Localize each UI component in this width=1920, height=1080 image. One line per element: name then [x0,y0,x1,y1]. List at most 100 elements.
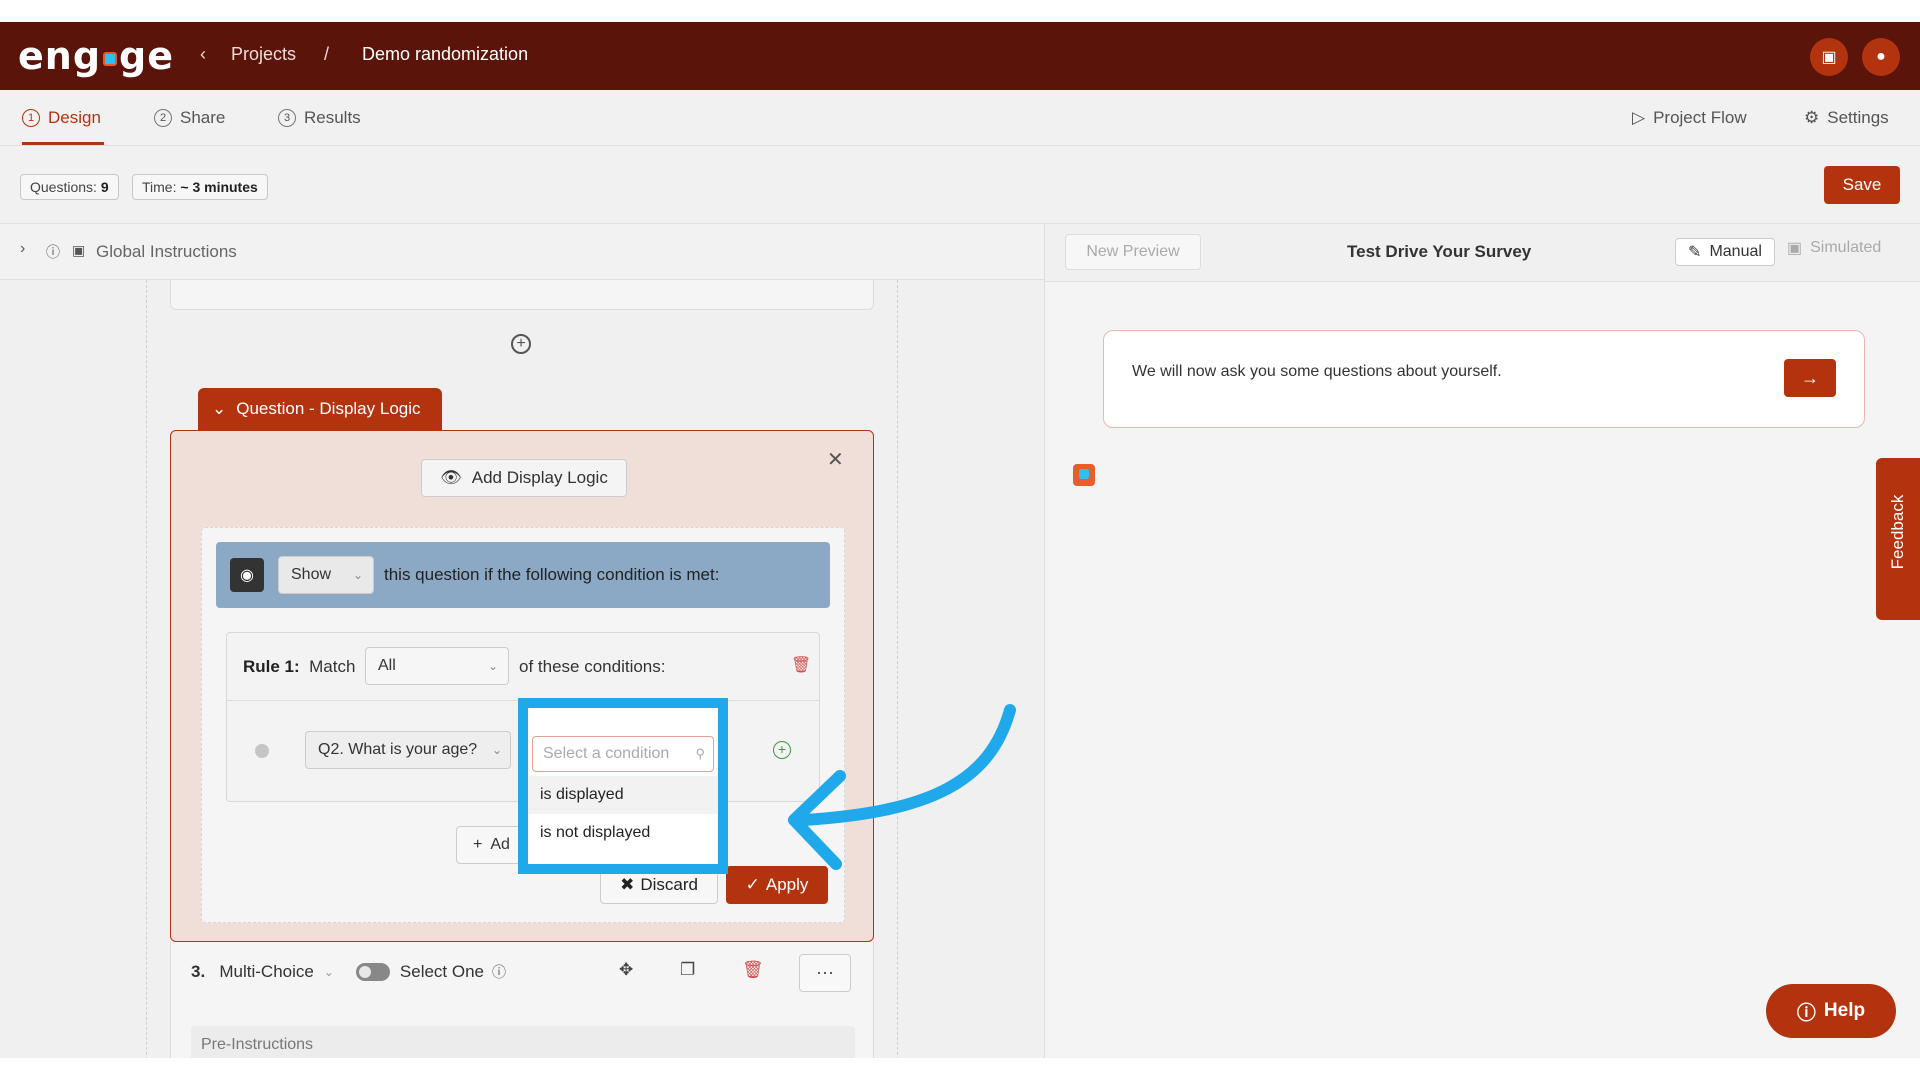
show-select-value: Show [291,566,332,583]
condition-dropdown-highlight: Select a condition ⚲ is displayed is not… [518,698,728,874]
eye-icon: 👁 [440,468,462,487]
display-logic-tab[interactable]: ⌄ Question - Display Logic [198,388,442,430]
next-arrow-button[interactable]: → [1784,359,1836,397]
preview-header: New Preview Test Drive Your Survey ✎ Man… [1045,224,1920,282]
annotation-arrow [788,704,1016,870]
engage-logo[interactable]: eng ge [18,34,174,78]
close-icon[interactable]: ✕ [827,447,844,472]
match-select[interactable]: All ⌄ [365,647,509,685]
question-3-actions: ✥ ❐ 🗑 [619,960,764,980]
question-type-select[interactable]: Multi-Choice [219,962,313,982]
settings-label: Settings [1827,108,1889,127]
play-icon: ▷ [1632,108,1646,127]
project-title: Demo randomization [362,44,529,64]
step-2-icon: 2 [154,109,172,127]
help-button[interactable]: ⓘ Help [1766,984,1896,1038]
add-display-logic-button[interactable]: 👁 Add Display Logic [421,459,627,497]
new-preview-button[interactable]: New Preview [1065,234,1201,270]
simulated-mode-button[interactable]: ▣ Simulated [1787,238,1881,258]
move-icon[interactable]: ✥ [619,960,633,979]
active-tab-indicator [22,142,104,145]
chevron-down-icon: ⌄ [352,568,363,582]
survey-message-text: We will now ask you some questions about… [1132,363,1502,380]
rule-header: Rule 1: Match All ⌄ of these conditions:… [227,633,819,701]
select-one-toggle[interactable] [355,963,390,981]
condition-bullet [255,744,269,758]
survey-message-card: We will now ask you some questions about… [1103,330,1865,428]
add-question-icon[interactable]: + [511,334,531,354]
rule-suffix: of these conditions: [519,657,666,676]
gear-icon: ⚙ [1804,108,1820,127]
step-1-icon: 1 [22,109,40,127]
chevron-down-icon: ⌄ [323,965,334,979]
briefcase-icon[interactable]: ▣ [1810,38,1848,76]
search-icon: ⚲ [695,746,705,761]
discard-icon: ✖ [620,875,635,894]
delete-icon[interactable]: 🗑 [742,960,764,979]
option-is-displayed[interactable]: is displayed [528,776,718,814]
tab-results-label: Results [304,108,361,127]
builder-panel: › ⓘ ▣ Global Instructions + ⌄ Question -… [0,224,1044,1058]
rule-label: Rule 1: Match [243,657,355,677]
tabs-bar: 1 Design 2 Share 3 Results ▷ Project Flo… [0,90,1920,146]
condition-search-input[interactable]: Select a condition ⚲ [532,736,714,772]
tab-design[interactable]: 1 Design [22,108,101,128]
tab-results[interactable]: 3 Results [278,108,361,128]
question-circle-icon: ⓘ [1796,1002,1816,1024]
option-is-not-displayed[interactable]: is not displayed [528,814,718,852]
info-icon: ⓘ [492,964,507,980]
eye-icon: ◉ [230,558,264,592]
show-hide-select[interactable]: Show ⌄ [278,556,374,594]
breadcrumb-projects[interactable]: Projects [231,44,296,65]
question-number: 3. [191,962,206,981]
plus-icon: + [473,836,483,853]
previous-question-card [170,280,874,310]
breadcrumb-separator: / [324,44,330,64]
select-one-label: Select One [399,962,485,981]
pencil-icon: ✎ [1688,244,1702,261]
save-button[interactable]: Save [1824,166,1900,204]
global-instructions-row[interactable]: › ⓘ ▣ Global Instructions [0,224,1044,280]
info-icon: ⓘ [46,244,60,260]
check-circle-icon: ✓ [745,875,760,894]
question-3-card: 3. Multi-Choice ⌄ Select One ⓘ ✥ ❐ 🗑 ···… [170,942,874,1058]
chevron-down-icon: ⌄ [487,659,498,673]
top-header: eng ge ‹ Projects / Demo randomization ▣ … [0,22,1920,90]
tab-share-label: Share [180,108,226,127]
match-select-value: All [378,657,396,674]
questions-count-badge: Questions: 9 [20,174,119,200]
condition-placeholder: Select a condition [543,745,670,762]
preview-title: Test Drive Your Survey [1347,242,1532,261]
preview-panel: New Preview Test Drive Your Survey ✎ Man… [1044,224,1920,1058]
pre-instructions-row[interactable]: Pre-Instructions [191,1026,855,1058]
tab-share[interactable]: 2 Share [154,108,225,128]
user-avatar-icon[interactable]: ● [1862,38,1900,76]
global-instructions-label: Global Instructions [96,242,237,261]
time-estimate-badge: Time: ~ 3 minutes [132,174,268,200]
delete-rule-icon[interactable]: 🗑 [791,655,811,675]
add-rule-label: Ad [490,836,510,853]
feedback-label: Feedback [1888,494,1907,570]
info-bar: Questions: 9 Time: ~ 3 minutes Save [0,146,1920,224]
show-condition-bar: ◉ Show ⌄ this question if the following … [216,542,830,608]
feedback-tab[interactable]: Feedback [1876,458,1920,620]
settings-button[interactable]: ⚙ Settings [1804,108,1889,128]
back-chevron-icon[interactable]: ‹ [200,44,206,65]
project-flow-button[interactable]: ▷ Project Flow [1632,108,1747,128]
discard-label: Discard [640,875,698,894]
expand-chevron-icon[interactable]: › [20,240,25,258]
question-select[interactable]: Q2. What is your age? ⌄ [305,731,511,769]
help-label: Help [1823,1000,1866,1021]
step-3-icon: 3 [278,109,296,127]
time-value: ~ 3 minutes [180,179,258,195]
copy-icon[interactable]: ❐ [680,960,695,979]
condition-dropdown: Select a condition ⚲ is displayed is not… [528,708,718,864]
tab-design-label: Design [48,108,101,127]
chevron-down-icon: ⌄ [491,743,502,757]
question-select-value: Q2. What is your age? [318,741,478,758]
more-options-button[interactable]: ··· [799,954,851,992]
manual-label: Manual [1709,243,1762,260]
chat-icon: ▣ [1787,240,1803,257]
manual-mode-button[interactable]: ✎ Manual [1675,238,1775,266]
app-window: eng ge ‹ Projects / Demo randomization ▣ … [0,22,1920,1058]
